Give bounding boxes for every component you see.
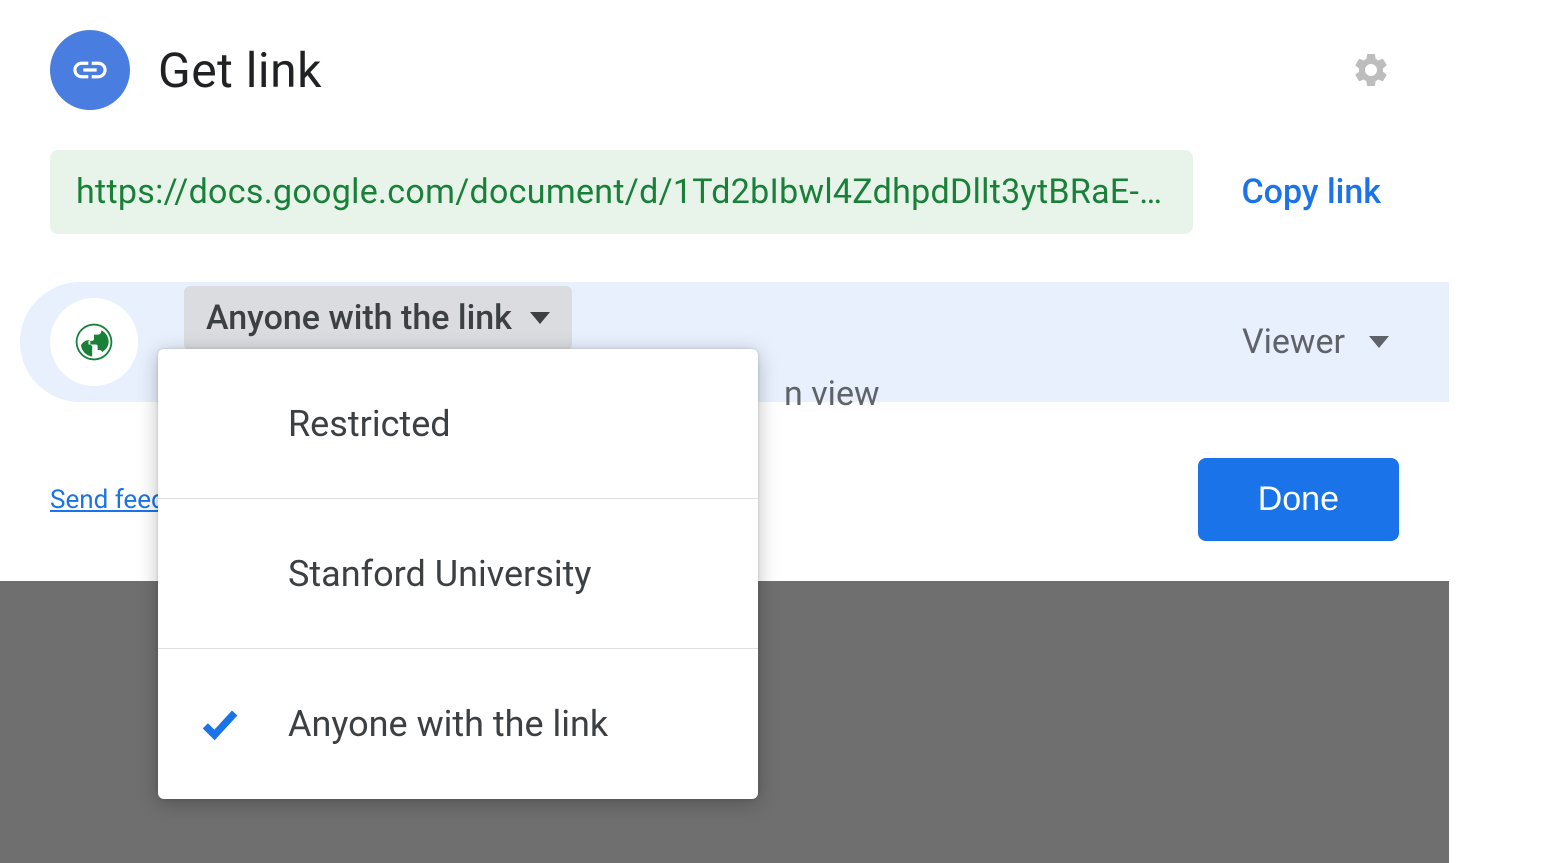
chevron-down-icon bbox=[530, 312, 550, 324]
link-icon bbox=[50, 30, 130, 110]
done-button[interactable]: Done bbox=[1198, 458, 1399, 541]
access-option-label: Restricted bbox=[288, 403, 451, 445]
access-option-restricted[interactable]: Restricted bbox=[158, 349, 758, 499]
dialog-title: Get link bbox=[158, 42, 1315, 99]
chevron-down-icon bbox=[1369, 336, 1389, 348]
send-feedback-link[interactable]: Send feed bbox=[50, 485, 166, 515]
gear-icon bbox=[1351, 50, 1391, 90]
access-option-stanford[interactable]: Stanford University bbox=[158, 499, 758, 649]
globe-icon bbox=[50, 298, 138, 386]
access-option-label: Stanford University bbox=[288, 553, 591, 595]
dialog-header: Get link bbox=[50, 30, 1399, 110]
copy-link-button[interactable]: Copy link bbox=[1223, 162, 1399, 222]
settings-button[interactable] bbox=[1343, 42, 1399, 98]
access-option-anyone[interactable]: Anyone with the link bbox=[158, 649, 758, 799]
role-dropdown[interactable]: Viewer bbox=[1232, 312, 1399, 372]
link-row: https://docs.google.com/document/d/1Td2b… bbox=[50, 150, 1399, 234]
access-scope-dropdown[interactable]: Anyone with the link bbox=[184, 286, 572, 350]
access-scope-menu: Restricted Stanford University Anyone wi… bbox=[158, 349, 758, 799]
access-scope-label: Anyone with the link bbox=[206, 298, 512, 338]
access-subtext-fragment: n view bbox=[784, 374, 880, 414]
role-label: Viewer bbox=[1242, 322, 1345, 362]
access-option-label: Anyone with the link bbox=[288, 703, 608, 745]
check-icon bbox=[198, 702, 288, 746]
share-url-box[interactable]: https://docs.google.com/document/d/1Td2b… bbox=[50, 150, 1193, 234]
